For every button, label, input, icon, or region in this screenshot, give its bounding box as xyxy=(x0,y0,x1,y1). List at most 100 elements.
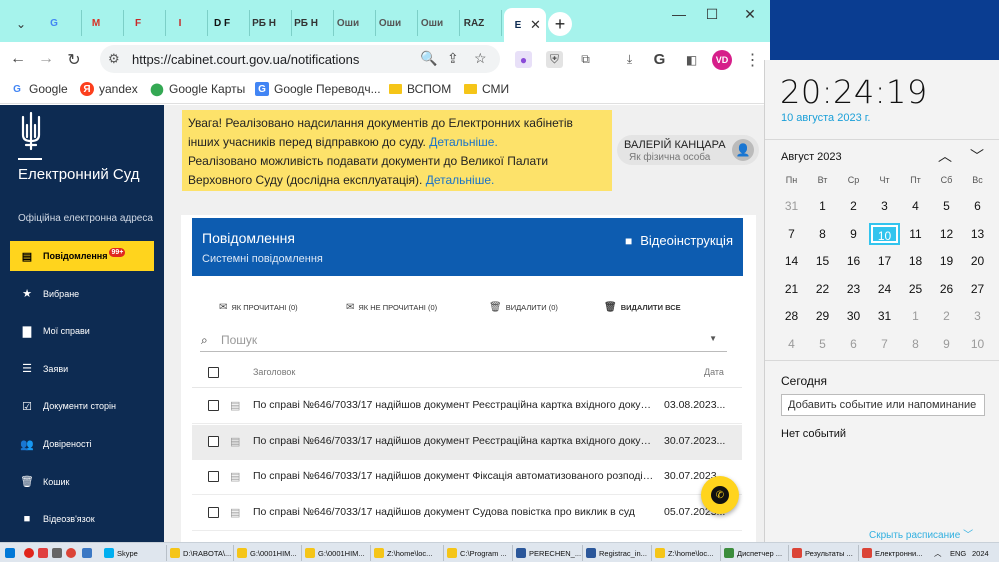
pinned-opera[interactable] xyxy=(24,546,37,560)
browser-tab[interactable]: RAZ xyxy=(460,10,502,36)
browser-tab[interactable]: M xyxy=(82,10,124,36)
table-row[interactable]: ▤ По справі №646/7033/17 надійшов докумен… xyxy=(192,460,742,495)
taskbar-app[interactable]: Результаты ... xyxy=(792,546,853,560)
calendar-day[interactable]: 8 xyxy=(900,333,931,355)
bookmark-google-maps[interactable]: ⬤ Google Карты xyxy=(150,82,245,96)
browser-tab[interactable]: Оши xyxy=(418,10,460,36)
calendar-day[interactable]: 18 xyxy=(900,250,931,272)
browser-tab[interactable]: D F xyxy=(208,10,250,36)
calendar-day[interactable]: 11 xyxy=(900,223,931,245)
dropdown-arrow-icon[interactable]: ▼ xyxy=(709,334,717,343)
sidebar-item-1[interactable]: ▤ Повідомлення 99+ xyxy=(10,241,154,271)
calendar-day[interactable]: 6 xyxy=(962,195,993,217)
pinned-app[interactable] xyxy=(38,546,51,560)
taskbar-app[interactable]: Диспетчер ... xyxy=(724,546,782,560)
start-button[interactable] xyxy=(5,546,18,560)
taskbar-app[interactable]: C:\Program ... xyxy=(447,546,507,560)
table-row[interactable]: ▤ По справі №646/7033/17 надійшов докумен… xyxy=(192,496,742,531)
profile-avatar[interactable]: VD xyxy=(712,50,732,70)
calendar-day[interactable]: 7 xyxy=(869,333,900,355)
bookmark-folder-vspom[interactable]: ВСПОМ xyxy=(388,82,451,96)
calendar-month[interactable]: Август 2023 xyxy=(781,151,842,163)
calendar-day[interactable]: 31 xyxy=(776,195,807,217)
forward-icon[interactable]: → xyxy=(36,50,56,68)
search-field[interactable]: ⌕ Пошук ▼ xyxy=(200,330,727,352)
sidebar-item-5[interactable]: ☑ Документи сторін xyxy=(10,391,154,421)
call-button[interactable]: ✆ xyxy=(701,476,739,514)
calendar-day[interactable]: 8 xyxy=(807,223,838,245)
pinned-network[interactable] xyxy=(52,546,65,560)
sidebar-item-6[interactable]: 👥 Довіреності xyxy=(10,429,154,459)
select-all-checkbox[interactable] xyxy=(208,367,219,378)
taskbar-app[interactable]: Skype xyxy=(104,546,138,560)
sidebar-item-4[interactable]: ☰ Заяви xyxy=(10,354,154,384)
bookmark-google-translate[interactable]: G Google Переводч... xyxy=(255,82,381,96)
tab-search-icon[interactable]: ⌄ xyxy=(9,12,33,36)
new-tab-button[interactable]: + xyxy=(548,12,572,36)
taskbar-app[interactable]: D:\RABOTA\... xyxy=(170,546,231,560)
calendar-day[interactable]: 25 xyxy=(900,278,931,300)
taskbar-app[interactable]: Registrac_in... xyxy=(586,546,647,560)
calendar-day[interactable]: 10 xyxy=(962,333,993,355)
calendar-day[interactable]: 10 xyxy=(869,222,900,245)
clock-date[interactable]: 10 августа 2023 г. xyxy=(781,112,870,124)
bookmark-google[interactable]: G Google xyxy=(10,82,68,96)
bookmark-folder-smi[interactable]: СМИ xyxy=(463,82,509,96)
calendar-day[interactable]: 23 xyxy=(838,278,869,300)
calendar-day[interactable]: 30 xyxy=(838,305,869,327)
table-row[interactable]: ▤ По справі №646/7033/17 надійшов докумен… xyxy=(192,389,742,424)
delete-all-button[interactable]: 🗑 ВИДАЛИТИ ВСЕ xyxy=(604,302,681,313)
details-link-1[interactable]: Детальніше. xyxy=(429,135,498,149)
maximize-button[interactable]: ☐ xyxy=(697,6,727,23)
zoom-icon[interactable]: 🔍 xyxy=(420,50,437,67)
user-chip[interactable]: ВАЛЕРІЙ КАНЦАРА Як фізична особа 👤 xyxy=(617,135,759,165)
calendar-day[interactable]: 15 xyxy=(807,250,838,272)
extensions-puzzle-icon[interactable]: ⧉ xyxy=(577,51,594,68)
hide-schedule-link[interactable]: Скрыть расписание ﹀ xyxy=(869,526,973,541)
browser-tab[interactable]: G xyxy=(40,10,82,36)
taskbar-clock[interactable]: 2024 xyxy=(972,546,989,560)
taskbar-app[interactable]: Z:\home\loc... xyxy=(655,546,713,560)
row-checkbox[interactable] xyxy=(208,435,219,447)
calendar-day[interactable]: 6 xyxy=(838,333,869,355)
bookmark-yandex[interactable]: Яyandex xyxy=(80,82,138,96)
calendar-day[interactable]: 4 xyxy=(776,333,807,355)
calendar-day[interactable]: 16 xyxy=(838,250,869,272)
browser-tab[interactable]: F xyxy=(124,10,166,36)
close-tab-icon[interactable]: ✕ xyxy=(530,17,541,33)
address-bar[interactable]: ⚙ https://cabinet.court.gov.ua/notificat… xyxy=(100,45,500,73)
row-checkbox[interactable] xyxy=(208,471,219,482)
calendar-day[interactable]: 5 xyxy=(931,195,962,217)
site-info-icon[interactable]: ⚙ xyxy=(108,51,120,67)
delete-button[interactable]: 🗑 ВИДАЛИТИ (0) xyxy=(489,302,558,313)
calendar-day[interactable]: 29 xyxy=(807,305,838,327)
extension-color-icon[interactable]: ● xyxy=(515,51,532,68)
taskbar-app[interactable]: Електронни... xyxy=(862,546,922,560)
calendar-day[interactable]: 7 xyxy=(776,223,807,245)
calendar-day[interactable]: 19 xyxy=(931,250,962,272)
mark-unread-button[interactable]: ✉ ЯК НЕ ПРОЧИТАНІ (0) xyxy=(346,302,437,313)
calendar-day[interactable]: 31 xyxy=(869,305,900,327)
sidebar-item-8[interactable]: ■ Відеозв'язок xyxy=(10,504,154,534)
taskbar-app[interactable]: G:\0001НІМ... xyxy=(237,546,297,560)
browser-tab[interactable]: РБ Н xyxy=(292,10,334,36)
sidebar-item-2[interactable]: ★ Вибране xyxy=(10,279,154,309)
download-icon[interactable]: ⤓ xyxy=(621,51,638,68)
calendar-day[interactable]: 20 xyxy=(962,250,993,272)
calendar-day[interactable]: 24 xyxy=(869,278,900,300)
add-event-input[interactable]: Добавить событие или напоминание xyxy=(781,394,985,416)
taskbar-app[interactable]: PERECHEN_... xyxy=(516,546,581,560)
calendar-day[interactable]: 28 xyxy=(776,305,807,327)
language-indicator[interactable]: ENG xyxy=(950,546,966,560)
calendar-day[interactable]: 17 xyxy=(869,250,900,272)
calendar-day[interactable]: 3 xyxy=(869,195,900,217)
calendar-day[interactable]: 22 xyxy=(807,278,838,300)
calendar-day[interactable]: 4 xyxy=(900,195,931,217)
calendar-day[interactable]: 5 xyxy=(807,333,838,355)
bookmark-star-icon[interactable]: ☆ xyxy=(474,50,487,67)
calendar-day[interactable]: 14 xyxy=(776,250,807,272)
browser-tab[interactable]: Оши xyxy=(334,10,376,36)
table-row[interactable]: ▤ По справі №646/7033/17 надійшов докумен… xyxy=(192,424,742,460)
sidebar-item-7[interactable]: 🗑 Кошик xyxy=(10,467,154,497)
calendar-day[interactable]: 27 xyxy=(962,278,993,300)
